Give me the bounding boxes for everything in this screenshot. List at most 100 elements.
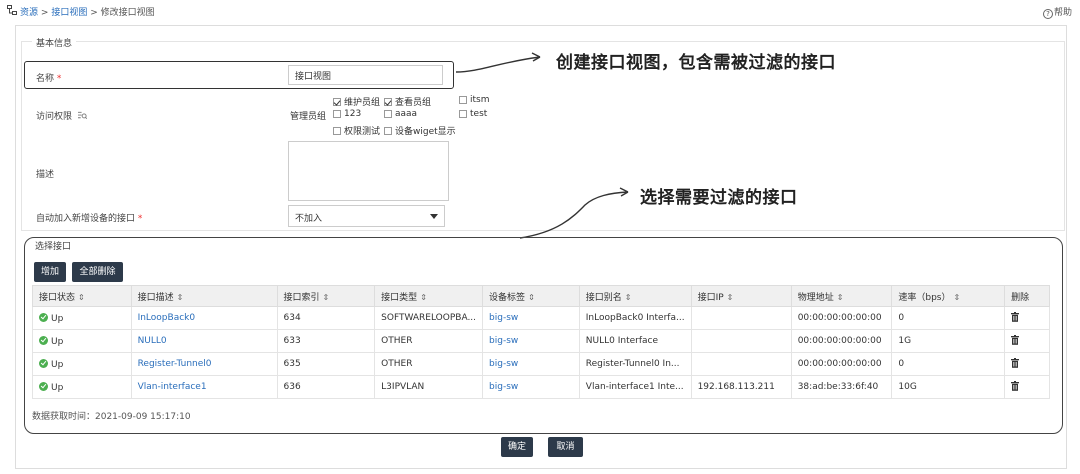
delete-cell: [1004, 375, 1050, 399]
delete-all-button[interactable]: 全部删除: [72, 262, 123, 282]
name-label: 名称 *: [36, 74, 62, 84]
group-checkbox-permission-test[interactable]: 权限测试: [333, 124, 380, 137]
interface-rate: 0: [891, 306, 1006, 330]
table-row: Up Vlan-interface1 636 L3IPVLAN big-sw V…: [32, 375, 1050, 399]
interface-index: 633: [276, 329, 376, 353]
cancel-button[interactable]: 取消: [548, 437, 583, 457]
group-checkbox-aaaa[interactable]: aaaa: [384, 109, 417, 119]
device-label-link[interactable]: big-sw: [482, 329, 580, 353]
sort-icon[interactable]: ⇕: [177, 293, 184, 302]
auto-add-label: 自动加入新增设备的接口 *: [36, 214, 143, 224]
trash-icon[interactable]: [1011, 334, 1020, 345]
column-header-mac[interactable]: 物理地址 ⇕: [790, 285, 893, 307]
interface-mac: 00:00:00:00:00:00: [790, 306, 893, 330]
sort-icon[interactable]: ⇕: [420, 293, 427, 302]
interface-ip: [690, 306, 792, 330]
checkbox-box[interactable]: [384, 110, 392, 118]
breadcrumb-separator: >: [90, 8, 98, 18]
breadcrumb-interface-view-link[interactable]: 接口视图: [51, 8, 87, 18]
checkbox-box[interactable]: [459, 96, 467, 104]
help-label: 帮助: [1053, 8, 1072, 18]
status-up-icon: [39, 335, 48, 345]
interface-alias: Register-Tunnel0 In...: [578, 352, 692, 376]
column-header-rate[interactable]: 速率（bps） ⇕: [891, 285, 1006, 307]
interface-ip: [690, 329, 792, 353]
group-checkbox-viewer[interactable]: 查看员组: [384, 95, 431, 108]
access-label: 访问权限: [36, 109, 87, 122]
interface-type: OTHER: [374, 329, 484, 353]
checkbox-box[interactable]: [459, 110, 467, 118]
help-link[interactable]: ? 帮助: [1042, 5, 1072, 19]
admin-group-label: 管理员组: [290, 112, 327, 122]
breadcrumb: 资源 > 接口视图 > 修改接口视图: [20, 5, 155, 18]
interface-type: SOFTWARELOOPBA...: [374, 306, 484, 330]
name-input[interactable]: [288, 65, 443, 85]
sort-icon[interactable]: ⇕: [528, 293, 535, 302]
column-header-type[interactable]: 接口类型 ⇕: [374, 285, 484, 307]
table-header-row: 接口状态 ⇕ 接口描述 ⇕ 接口索引 ⇕ 接口类型 ⇕ 设备标签 ⇕ 接口别名 ⇕ 接口IP…: [32, 285, 1050, 307]
column-header-description[interactable]: 接口描述 ⇕: [130, 285, 278, 307]
column-header-index[interactable]: 接口索引 ⇕: [276, 285, 376, 307]
interface-index: 634: [276, 306, 376, 330]
interface-desc-link[interactable]: NULL0: [130, 329, 278, 353]
add-interface-button[interactable]: 增加: [34, 262, 66, 282]
checkbox-box[interactable]: [384, 97, 392, 106]
status-cell: Up: [32, 375, 132, 399]
status-up-icon: [39, 312, 48, 322]
sort-icon[interactable]: ⇕: [954, 293, 961, 302]
interface-desc-link[interactable]: Vlan-interface1: [130, 375, 278, 399]
interface-alias: Vlan-interface1 Inte...: [578, 375, 692, 399]
auto-add-selected-value: 不加入: [295, 214, 323, 224]
interface-mac: 38:ad:be:33:6f:40: [790, 375, 893, 399]
device-label-link[interactable]: big-sw: [482, 306, 580, 330]
group-checkbox-itsm[interactable]: itsm: [459, 95, 490, 105]
breadcrumb-separator: >: [40, 8, 49, 18]
help-icon: ?: [1042, 9, 1053, 19]
checkbox-box[interactable]: [333, 110, 341, 118]
sort-icon[interactable]: ⇕: [78, 293, 85, 302]
auto-add-select[interactable]: 不加入: [288, 205, 445, 227]
delete-cell: [1004, 329, 1050, 353]
interface-rate: 0: [891, 352, 1006, 376]
sort-icon[interactable]: ⇕: [323, 293, 330, 302]
ok-button[interactable]: 确定: [501, 437, 533, 457]
group-checkbox-123[interactable]: 123: [333, 109, 361, 119]
sort-icon[interactable]: ⇕: [837, 293, 844, 302]
column-header-device-label[interactable]: 设备标签 ⇕: [482, 285, 580, 307]
interface-rate: 10G: [891, 375, 1006, 399]
status-cell: Up: [32, 352, 132, 376]
column-header-delete: 删除: [1004, 285, 1050, 307]
permission-list-icon[interactable]: [77, 111, 87, 120]
interface-ip: [690, 352, 792, 376]
device-label-link[interactable]: big-sw: [482, 375, 580, 399]
trash-icon[interactable]: [1011, 311, 1020, 322]
chevron-down-icon: [430, 214, 438, 219]
checkbox-box[interactable]: [384, 126, 392, 135]
table-row: Up NULL0 633 OTHER big-sw NULL0 Interfac…: [32, 329, 1050, 353]
trash-icon[interactable]: [1011, 380, 1020, 391]
sort-icon[interactable]: ⇕: [625, 293, 632, 302]
group-checkbox-test[interactable]: test: [459, 109, 487, 119]
group-checkbox-device-widget[interactable]: 设备wiget显示: [384, 124, 456, 137]
status-cell: Up: [32, 329, 132, 353]
trash-icon[interactable]: [1011, 357, 1020, 368]
group-checkbox-maintainer[interactable]: 维护员组: [333, 95, 380, 108]
interface-desc-link[interactable]: InLoopBack0: [130, 306, 278, 330]
interface-desc-link[interactable]: Register-Tunnel0: [130, 352, 278, 376]
breadcrumb-resource-link[interactable]: 资源: [20, 8, 38, 18]
column-header-status[interactable]: 接口状态 ⇕: [32, 285, 132, 307]
device-label-link[interactable]: big-sw: [482, 352, 580, 376]
checkbox-box[interactable]: [333, 97, 341, 106]
status-cell: Up: [32, 306, 132, 330]
annotation-callout-select-interfaces: 选择需要过滤的接口: [640, 188, 798, 208]
interface-index: 636: [276, 375, 376, 399]
description-label: 描述: [36, 170, 55, 180]
interface-table: 接口状态 ⇕ 接口描述 ⇕ 接口索引 ⇕ 接口类型 ⇕ 设备标签 ⇕ 接口别名 ⇕ 接口IP…: [32, 285, 1050, 399]
column-header-alias[interactable]: 接口别名 ⇕: [578, 285, 692, 307]
select-interface-legend: 选择接口: [35, 242, 72, 252]
description-textarea[interactable]: [288, 141, 449, 201]
delete-cell: [1004, 352, 1050, 376]
checkbox-box[interactable]: [333, 126, 341, 135]
sort-icon[interactable]: ⇕: [727, 293, 734, 302]
column-header-ip[interactable]: 接口IP ⇕: [690, 285, 792, 307]
